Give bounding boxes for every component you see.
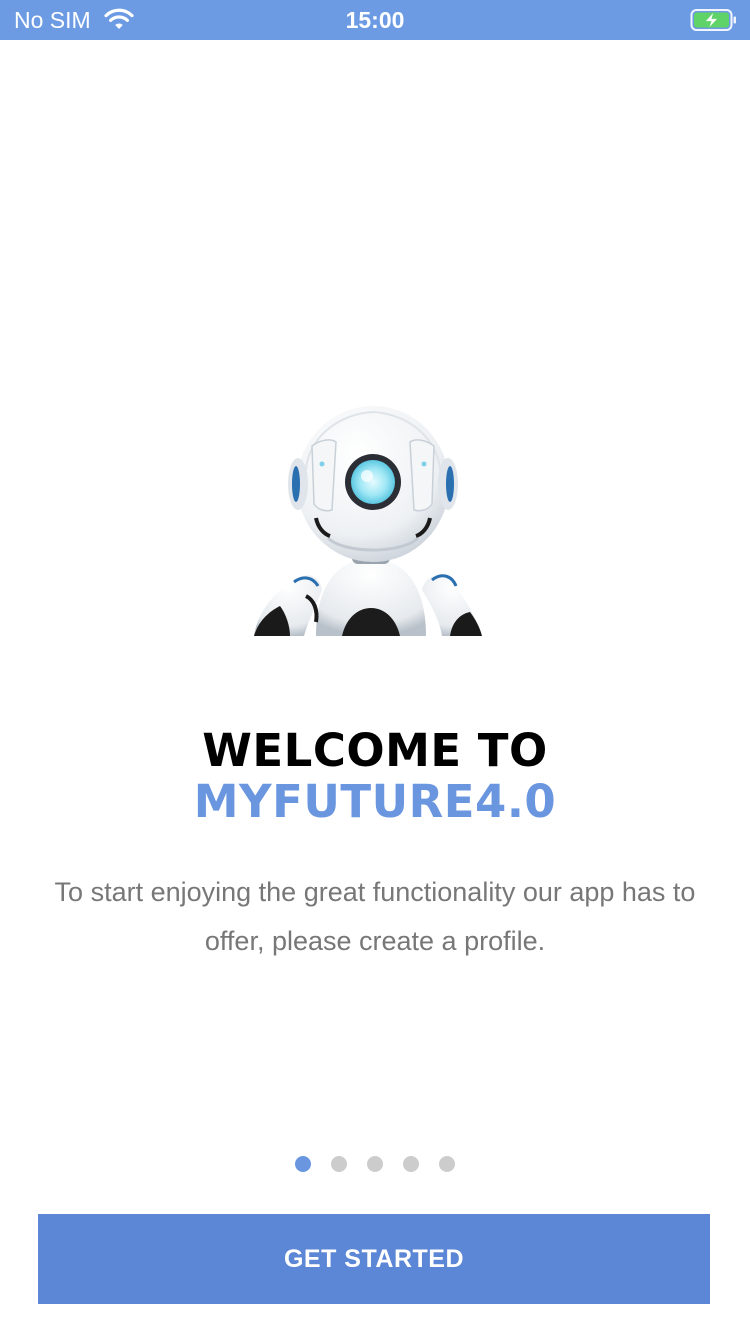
get-started-button[interactable]: GET STARTED — [38, 1214, 710, 1304]
page-dot-2[interactable] — [331, 1156, 347, 1172]
onboarding-description: To start enjoying the great functionalit… — [54, 877, 696, 956]
welcome-title: WELCOME TO — [202, 724, 548, 777]
page-dot-5[interactable] — [439, 1156, 455, 1172]
robot-illustration — [254, 406, 482, 636]
app-name-title: MYFUTURE4.0 — [193, 775, 557, 828]
page-dot-1[interactable] — [295, 1156, 311, 1172]
page-dot-4[interactable] — [403, 1156, 419, 1172]
status-bar: No SIM 15:00 — [0, 0, 750, 40]
onboarding-screen: No SIM 15:00 WELCOME TO MYFUTURE4.0 To s… — [0, 0, 750, 1334]
battery-charging-icon — [690, 9, 736, 31]
page-dot-3[interactable] — [367, 1156, 383, 1172]
status-time: 15:00 — [345, 7, 405, 33]
page-indicator — [0, 1156, 750, 1172]
